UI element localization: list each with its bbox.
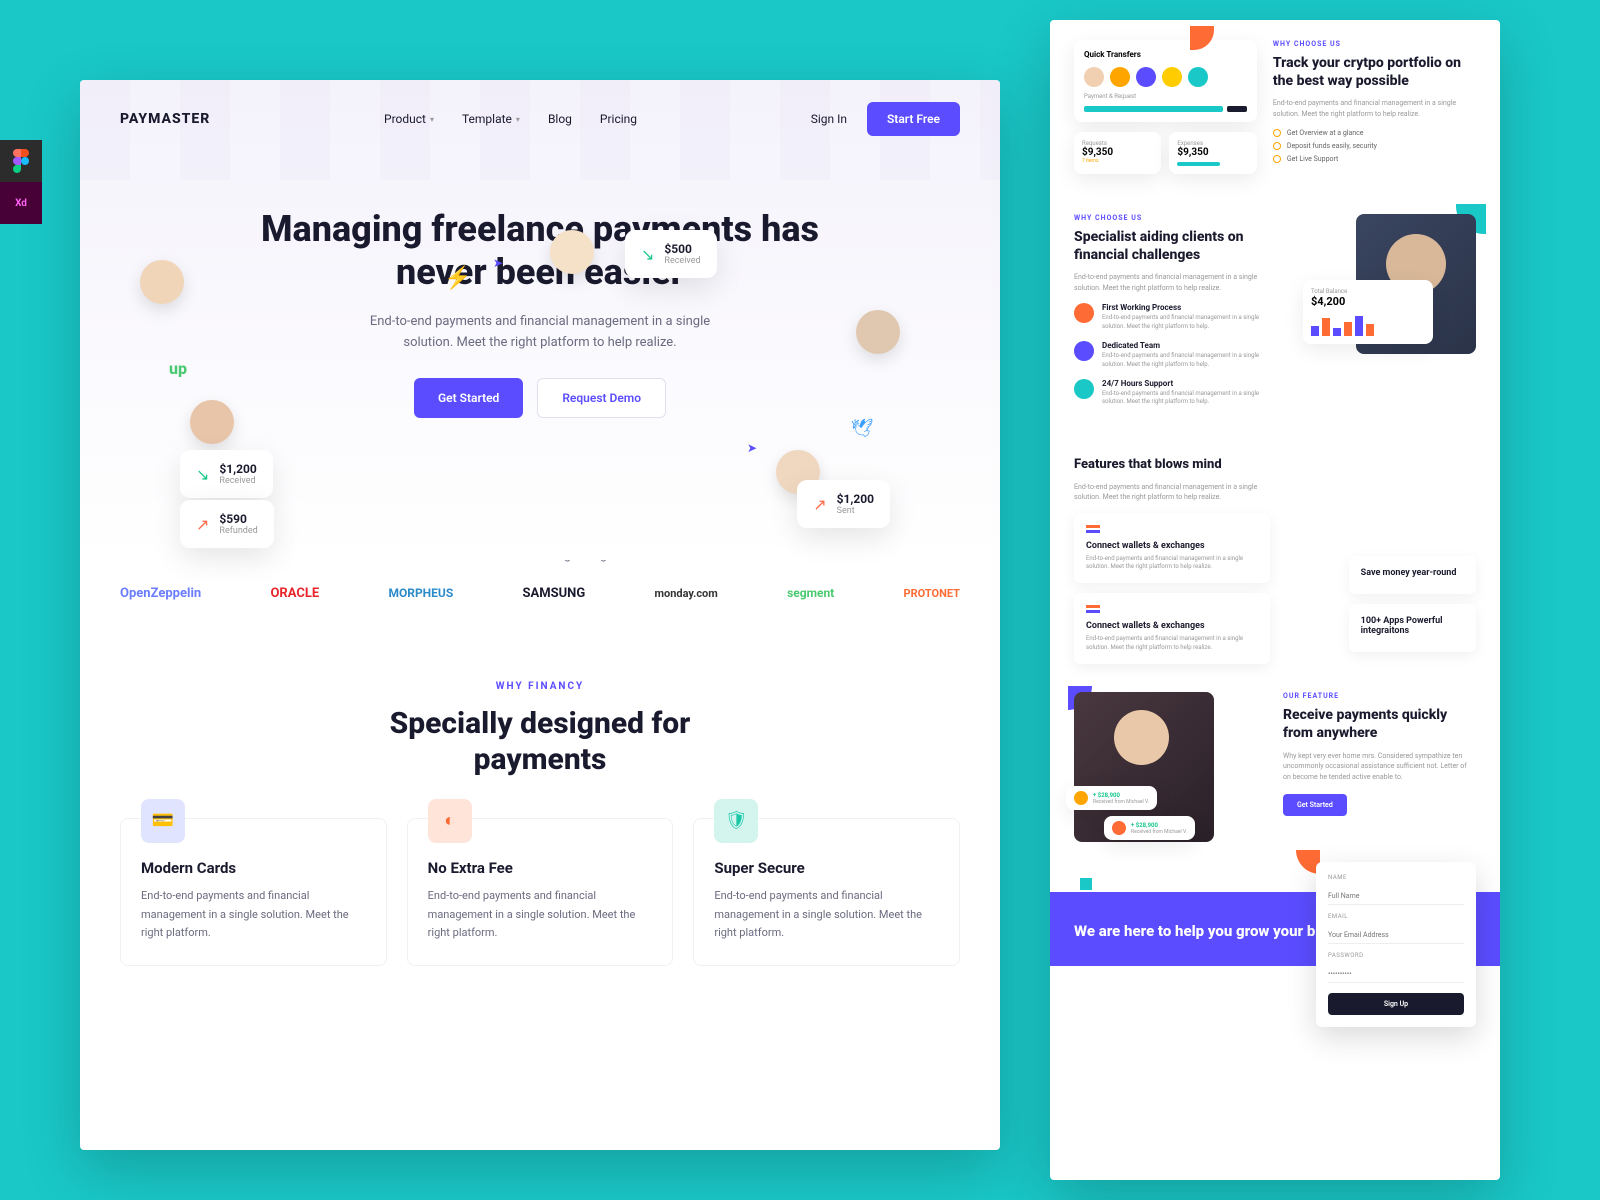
signup-button[interactable]: Sign Up xyxy=(1328,993,1464,1015)
name-input[interactable] xyxy=(1328,888,1464,905)
nav-blog[interactable]: Blog xyxy=(548,112,572,126)
lightning-icon: ⚡ xyxy=(440,260,476,296)
feature-card: 🛡 Super Secure End-to-end payments and f… xyxy=(693,818,960,966)
get-started-button[interactable]: Get Started xyxy=(1283,794,1347,816)
stat-card: Expenses $9,350 xyxy=(1169,132,1256,174)
partner-logo: OpenZeppelin xyxy=(120,586,201,601)
payment-chip: + $28,900Received from Michael V. xyxy=(1066,786,1157,810)
feature-card: 💳 Modern Cards End-to-end payments and f… xyxy=(120,818,387,966)
feature-card: ◐ No Extra Fee End-to-end payments and f… xyxy=(407,818,674,966)
specialist-section: WHY CHOOSE US Specialist aiding clients … xyxy=(1050,194,1500,437)
top-nav: PAYMASTER Product▾ Template▾ Blog Pricin… xyxy=(80,80,1000,158)
avatar xyxy=(1136,67,1156,87)
avatar xyxy=(1162,67,1182,87)
partner-logo: segment xyxy=(787,586,834,600)
main-landing-panel: PAYMASTER Product▾ Template▾ Blog Pricin… xyxy=(80,80,1000,1150)
stat-card: Requests $9,350 7 items xyxy=(1074,132,1161,174)
quick-transfers-card: Quick Transfers Payment & Request xyxy=(1074,40,1257,122)
amount-card-sent: ↗ $1,200Sent xyxy=(797,480,890,528)
track-crypto-section: Quick Transfers Payment & Request Reques… xyxy=(1050,20,1500,194)
start-free-button[interactable]: Start Free xyxy=(867,102,960,136)
avatar xyxy=(1084,67,1104,87)
nav-product[interactable]: Product▾ xyxy=(384,112,434,126)
shield-icon: 🛡 xyxy=(714,799,758,843)
upwork-icon: up xyxy=(160,350,196,386)
team-icon xyxy=(1074,341,1094,361)
avatar xyxy=(190,400,234,444)
accent-square xyxy=(1080,878,1092,890)
send-icon: ➤ xyxy=(480,245,516,281)
feature-card: Save money year-round xyxy=(1349,556,1476,594)
right-landing-panel: Quick Transfers Payment & Request Reques… xyxy=(1050,20,1500,1180)
features-section: Features that blows mind End-to-end paym… xyxy=(1050,437,1500,672)
avatar xyxy=(140,260,184,304)
request-demo-button[interactable]: Request Demo xyxy=(537,378,666,418)
fee-icon: ◐ xyxy=(428,799,472,843)
amount-card-received: ↘ $500Received xyxy=(625,230,717,278)
why-financy-section: WHY FINANCY Specially designed for payme… xyxy=(80,601,1000,966)
section-eyebrow: WHY FINANCY xyxy=(120,681,960,692)
get-started-button[interactable]: Get Started xyxy=(414,378,523,418)
partner-logo: SAMSUNG xyxy=(522,586,585,601)
hero-title: Managing freelance payments has never be… xyxy=(260,208,820,294)
xd-icon: Xd xyxy=(0,182,42,224)
arrow-down-icon: ↘ xyxy=(196,465,209,484)
arrow-up-icon: ↗ xyxy=(196,515,209,534)
amount-card-received: ↘ $1,200Received xyxy=(180,450,273,498)
amount-card-refunded: ↗ $590Refunded xyxy=(180,500,274,548)
arrow-down-icon: ↘ xyxy=(641,245,654,264)
avatar xyxy=(1110,67,1130,87)
arrow-up-icon: ↗ xyxy=(813,495,826,514)
feature-card: 100+ Apps Powerful integraitons xyxy=(1349,604,1476,652)
figma-icon xyxy=(0,140,42,182)
section-title: Specially designed for payments xyxy=(320,706,760,778)
card-icon: 💳 xyxy=(141,799,185,843)
process-icon xyxy=(1074,303,1094,323)
avatar xyxy=(1188,67,1208,87)
payment-chip: + $28,900Received from Michael V. xyxy=(1104,816,1195,840)
hero-subtitle: End-to-end payments and financial manage… xyxy=(360,312,720,354)
balance-card: Total Balance $4,200 xyxy=(1303,280,1433,344)
nav-pricing[interactable]: Pricing xyxy=(600,112,637,126)
partner-logo: MORPHEUS xyxy=(388,586,453,600)
bird-icon: 🕊 xyxy=(844,410,880,446)
avatar xyxy=(856,310,900,354)
logo[interactable]: PAYMASTER xyxy=(120,111,210,127)
nav-template[interactable]: Template▾ xyxy=(462,112,520,126)
signin-link[interactable]: Sign In xyxy=(811,112,847,126)
support-icon xyxy=(1074,379,1094,399)
signup-form: NAME EMAIL PASSWORD Sign Up xyxy=(1316,862,1476,1027)
receive-payments-section: + $28,900Received from Michael V. + $28,… xyxy=(1050,672,1500,892)
cta-section: We are here to help you grow your busine… xyxy=(1050,892,1500,966)
partner-logo: ORACLE xyxy=(270,586,319,601)
send-icon: ➤ xyxy=(734,430,770,466)
hero-section: Managing freelance payments has never be… xyxy=(80,158,1000,418)
partner-logo: monday.com xyxy=(654,587,717,600)
partner-logo: PROTONET xyxy=(904,587,961,600)
avatar xyxy=(550,230,594,274)
password-input[interactable] xyxy=(1328,966,1464,983)
email-input[interactable] xyxy=(1328,927,1464,944)
tool-badges: Xd xyxy=(0,140,42,224)
